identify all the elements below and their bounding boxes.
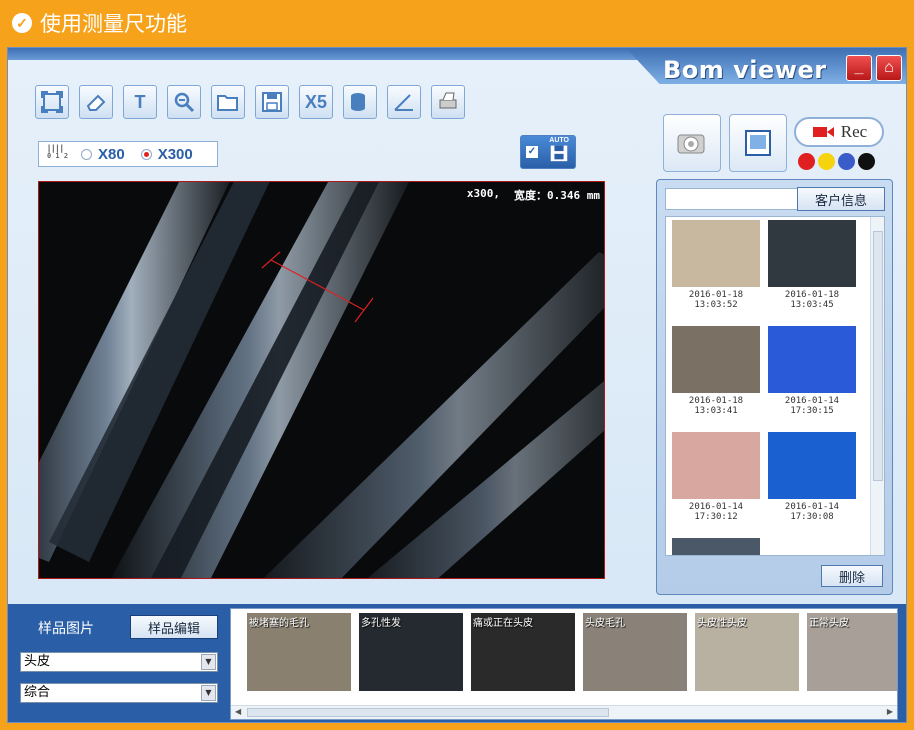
- thumbnail-list: 2016-01-18 13:03:52 2016-01-18 13:03:45 20…: [665, 216, 885, 556]
- fit-screen-icon: [41, 91, 63, 113]
- thumbnail-timestamp: 2016-01-18 13:03:41: [688, 396, 744, 416]
- database-icon: [351, 93, 365, 111]
- open-folder-button[interactable]: [211, 85, 245, 119]
- autosave-checkbox[interactable]: ✓: [526, 146, 538, 158]
- sample-thumbnail[interactable]: 头皮性头皮: [695, 613, 799, 691]
- sample-thumbnail[interactable]: 多孔性发: [359, 613, 463, 691]
- video-icon: [812, 127, 834, 137]
- x300-label: X300: [157, 145, 193, 163]
- x80-label: X80: [98, 145, 125, 163]
- type-select[interactable]: 综合 ▼: [20, 683, 218, 703]
- thumbnail[interactable]: [672, 538, 760, 555]
- text-button[interactable]: T: [123, 85, 157, 119]
- viewer-info: x300, 宽度：0.346 mm: [467, 187, 600, 203]
- color-picker: [798, 153, 875, 170]
- zoom-icon: [174, 92, 195, 113]
- check-icon: ✓: [12, 13, 32, 33]
- sample-thumbnail[interactable]: 正常头皮: [807, 613, 897, 691]
- print-button[interactable]: [431, 85, 465, 119]
- home-button[interactable]: ⌂: [876, 55, 902, 81]
- sample-edit-button[interactable]: 样品编辑: [130, 615, 218, 639]
- thumbnail-scrollbar[interactable]: [870, 217, 884, 555]
- width-measurement: 宽度：0.346 mm: [514, 189, 600, 202]
- thumbnail[interactable]: [672, 220, 760, 287]
- eraser-icon: [86, 94, 106, 111]
- camera-button[interactable]: [663, 114, 721, 172]
- scroll-thumb[interactable]: [247, 708, 609, 717]
- fit-screen-button[interactable]: [35, 85, 69, 119]
- thumbnail[interactable]: [672, 326, 760, 393]
- sample-images-label: 样品图片: [38, 621, 94, 637]
- color-blue[interactable]: [838, 153, 855, 170]
- chevron-down-icon: ▼: [201, 685, 216, 701]
- thumbnail-timestamp: 2016-01-18 13:03:52: [688, 290, 744, 310]
- thumbnail-timestamp: 2016-01-14 17:30:12: [688, 502, 744, 522]
- picture-icon: [745, 130, 771, 156]
- open-folder-icon: [217, 95, 238, 111]
- print-icon: [439, 92, 457, 109]
- x5-icon: X5: [304, 91, 328, 112]
- scroll-thumb[interactable]: [873, 231, 883, 481]
- ruler-icon: ┃┃┃┃ 0 1 2: [47, 145, 69, 160]
- hair-image: [39, 182, 604, 578]
- save-icon: [550, 145, 568, 162]
- thumbnail-timestamp: 2016-01-14 17:30:15: [784, 396, 840, 416]
- sample-panel: 样品图片 样品编辑 头皮 ▼ 综合 ▼ 被堵塞的毛孔 多孔性发 痛或正在头皮 头…: [8, 604, 906, 722]
- thumbnail[interactable]: [672, 432, 760, 499]
- app-brand: Bom viewer: [663, 56, 827, 84]
- sample-thumbnail[interactable]: 被堵塞的毛孔: [247, 613, 351, 691]
- color-red[interactable]: [798, 153, 815, 170]
- camera-icon: [677, 134, 705, 154]
- record-button[interactable]: Rec: [794, 117, 884, 147]
- x80-radio[interactable]: [81, 148, 92, 160]
- database-button[interactable]: [343, 85, 377, 119]
- thumbnail[interactable]: [768, 432, 856, 499]
- snapshot-button[interactable]: [729, 114, 787, 172]
- save-button[interactable]: [255, 85, 289, 119]
- thumbnail-timestamp: 2016-01-14 17:30:08: [784, 502, 840, 522]
- minimize-button[interactable]: _: [846, 55, 872, 81]
- zoom-button[interactable]: [167, 85, 201, 119]
- delete-button[interactable]: 删除: [821, 565, 883, 587]
- category-select-value: 头皮: [24, 654, 51, 669]
- thumbnail-timestamp: 2016-01-18 13:03:45: [784, 290, 840, 310]
- autosave-toggle[interactable]: AUTO ✓: [520, 135, 576, 169]
- type-select-value: 综合: [24, 685, 51, 700]
- client-name-field[interactable]: [665, 188, 799, 210]
- rec-label: Rec: [840, 122, 868, 141]
- color-yellow[interactable]: [818, 153, 835, 170]
- thumbnail[interactable]: [768, 220, 856, 287]
- sample-thumbnail[interactable]: 头皮毛孔: [583, 613, 687, 691]
- x5-button[interactable]: X5: [299, 85, 333, 119]
- sample-thumbnail[interactable]: 痛或正在头皮: [471, 613, 575, 691]
- autosave-label: AUTO: [549, 137, 569, 144]
- text-icon: T: [134, 91, 146, 112]
- zoom-readout: x300,: [466, 187, 501, 200]
- banner-title: 使用测量尺功能: [40, 12, 187, 36]
- angle-button[interactable]: [387, 85, 421, 119]
- save-icon: [262, 92, 282, 112]
- eraser-button[interactable]: [79, 85, 113, 119]
- banner: ✓ 使用测量尺功能: [0, 0, 914, 46]
- thumbnail[interactable]: [768, 326, 856, 393]
- sample-strip: 被堵塞的毛孔 多孔性发 痛或正在头皮 头皮毛孔 头皮性头皮 正常头皮 ◀ ▶: [230, 608, 898, 720]
- category-select[interactable]: 头皮 ▼: [20, 652, 218, 672]
- scroll-right-icon[interactable]: ▶: [887, 707, 893, 716]
- sample-scrollbar[interactable]: ◀ ▶: [231, 705, 897, 719]
- angle-icon: [394, 94, 413, 111]
- microscope-viewer[interactable]: x300, 宽度：0.346 mm: [38, 181, 605, 579]
- color-black[interactable]: [858, 153, 875, 170]
- chevron-down-icon: ▼: [201, 654, 216, 670]
- x300-radio[interactable]: [140, 148, 152, 160]
- client-info-button[interactable]: 客户信息: [797, 187, 885, 211]
- magnification-bar: ┃┃┃┃ 0 1 2 X80 X300: [38, 141, 218, 167]
- client-panel: 客户信息 2016-01-18 13:03:52 2016-01-18 13:03:…: [656, 179, 893, 595]
- scroll-left-icon[interactable]: ◀: [235, 707, 241, 716]
- app-window: Bom viewer _ ⌂ T X5 ┃┃┃┃ 0 1 2 X80 X300 A…: [7, 47, 907, 723]
